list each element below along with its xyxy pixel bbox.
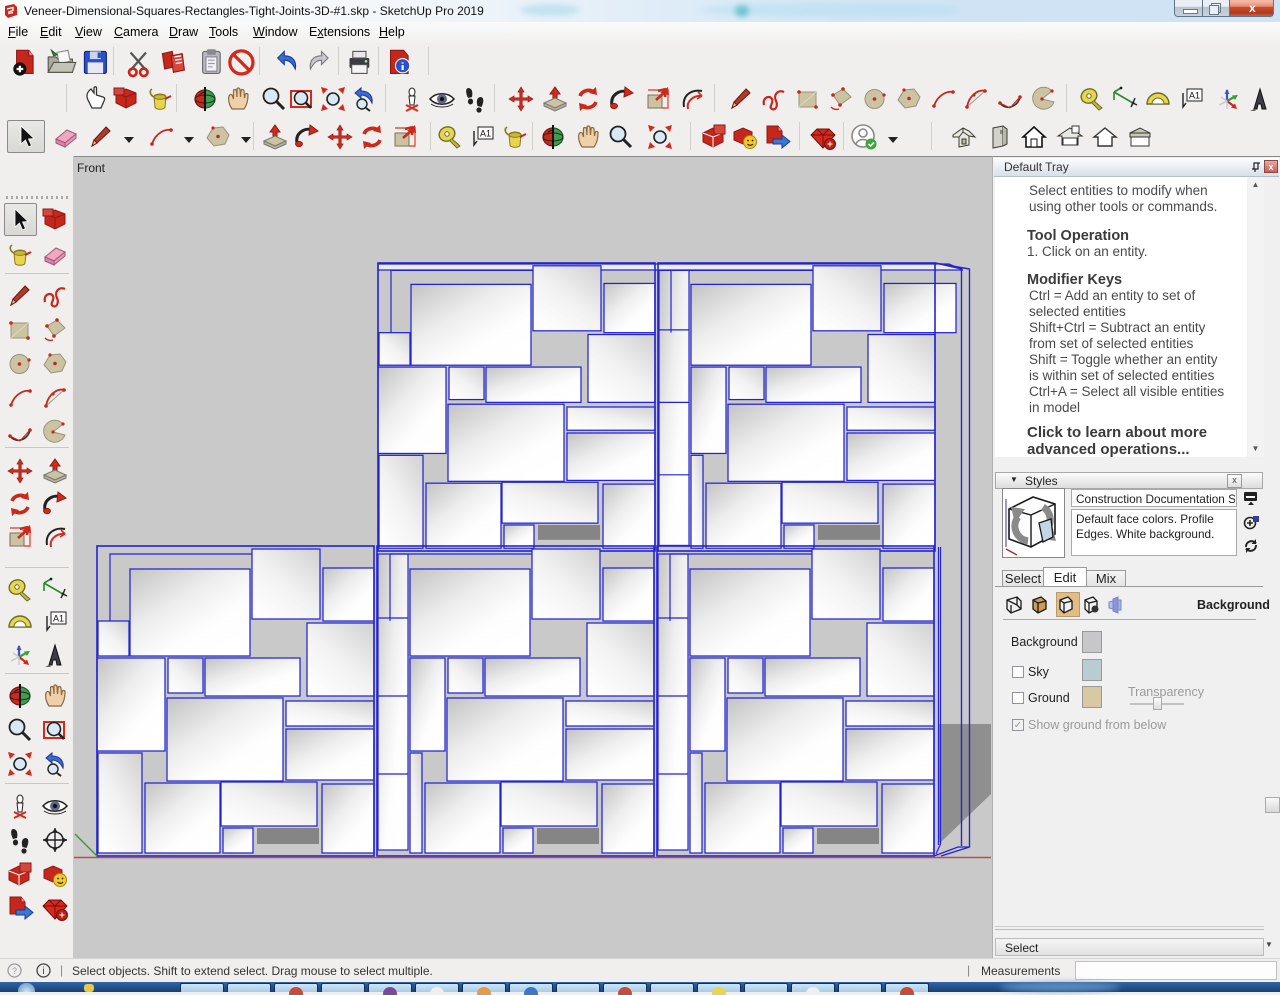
svg-text:A1: A1	[480, 129, 491, 139]
svg-text:A1: A1	[1189, 91, 1200, 101]
svg-text:?: ?	[12, 966, 17, 976]
svg-text:A1: A1	[53, 614, 64, 624]
svg-text:i: i	[42, 966, 44, 977]
